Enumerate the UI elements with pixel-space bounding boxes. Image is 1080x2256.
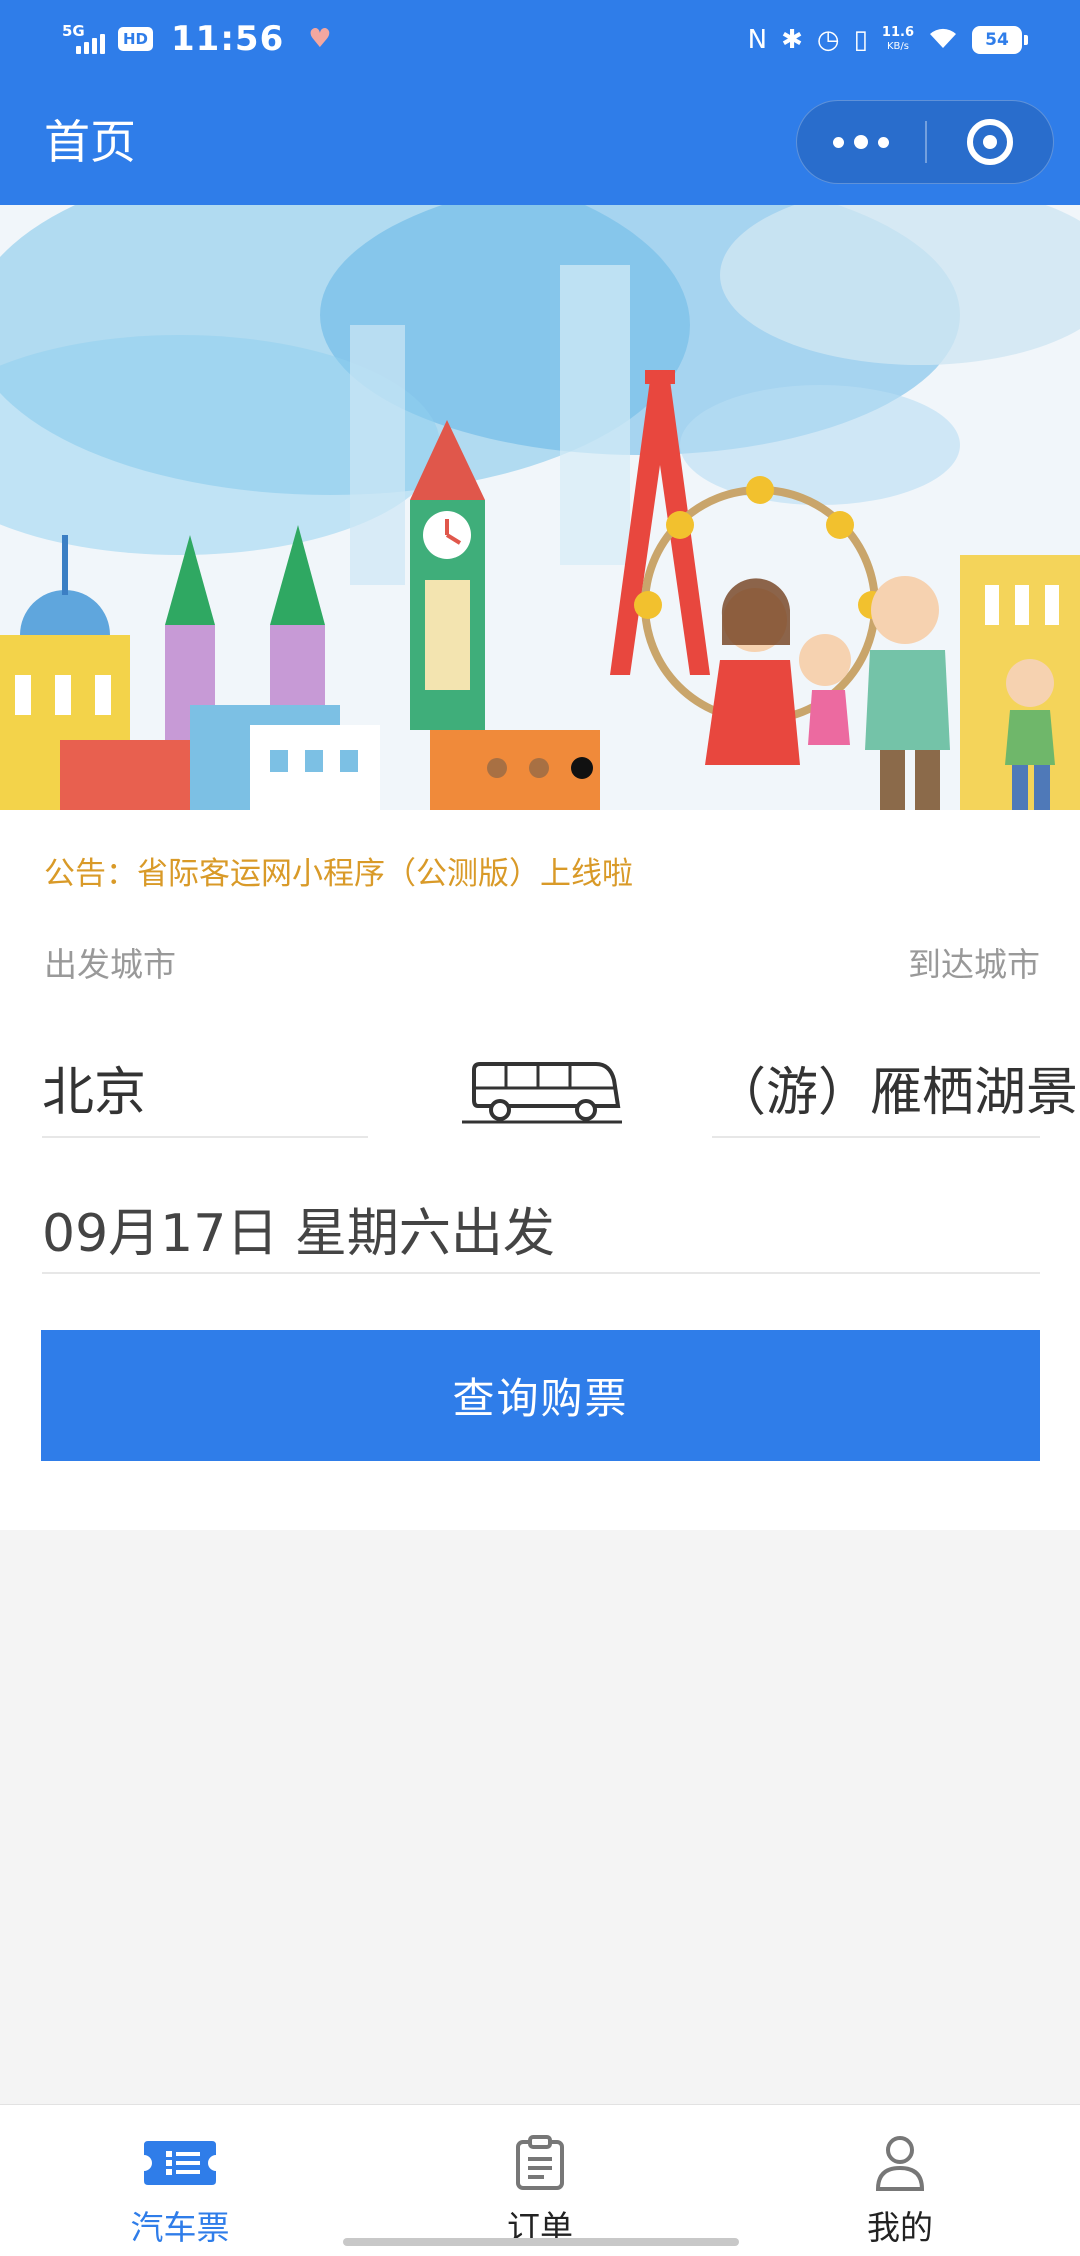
- status-right: N ✱ ◷ ▯ 11.6 KB/s 54: [747, 18, 1028, 62]
- more-dot-icon: [833, 136, 844, 148]
- target-icon: [967, 119, 1013, 165]
- network-speed: 11.6 KB/s: [882, 26, 914, 54]
- more-dot-icon: [854, 135, 868, 149]
- user-icon: [860, 2133, 940, 2193]
- departure-date-field[interactable]: 09月17日 星期六出发: [42, 1191, 555, 1266]
- carousel-dot[interactable]: [487, 758, 507, 778]
- page-title: 首页: [44, 115, 136, 169]
- bluetooth-icon: ✱: [781, 25, 803, 55]
- carousel-indicator: [487, 757, 593, 779]
- header: 5G HD 11:56 ♥ N ✱ ◷ ▯ 11.6 KB/s 54 首页: [0, 0, 1080, 205]
- date-underline: [42, 1272, 1040, 1274]
- close-button[interactable]: [927, 101, 1053, 183]
- arrival-city-label: 到达城市: [908, 945, 1040, 984]
- speed-unit: KB/s: [886, 41, 909, 52]
- status-bar: 5G HD 11:56 ♥ N ✱ ◷ ▯ 11.6 KB/s 54: [0, 0, 1080, 78]
- wifi-icon: [928, 26, 958, 55]
- ticket-icon: [140, 2133, 220, 2193]
- travel-illustration: [0, 205, 1080, 810]
- tab-label: 汽车票: [130, 2208, 230, 2247]
- status-time: 11:56: [171, 19, 285, 59]
- tab-profile[interactable]: 我的: [720, 2105, 1080, 2256]
- speed-value: 11.6: [881, 25, 914, 40]
- alarm-icon: ◷: [816, 25, 840, 55]
- mini-program-capsule: [796, 100, 1054, 184]
- hd-badge: HD: [118, 27, 154, 51]
- tab-orders[interactable]: 订单: [360, 2105, 720, 2256]
- tab-bar: 汽车票 订单 我的: [0, 2104, 1080, 2256]
- departure-underline: [42, 1136, 368, 1138]
- clipboard-icon: [500, 2133, 580, 2193]
- vibrate-icon: ▯: [853, 25, 868, 55]
- departure-city-label: 出发城市: [44, 945, 176, 984]
- search-tickets-button[interactable]: 查询购票: [41, 1330, 1040, 1461]
- bus-swap-icon[interactable]: [458, 1056, 624, 1128]
- carousel-dot-active[interactable]: [571, 757, 593, 779]
- nfc-icon: N: [747, 25, 768, 55]
- more-dot-icon: [878, 136, 889, 148]
- home-indicator[interactable]: [343, 2238, 739, 2246]
- announcement-text[interactable]: 公告：省际客运网小程序（公测版）上线啦: [44, 848, 633, 893]
- tab-label: 我的: [867, 2208, 933, 2247]
- status-left: 5G HD 11:56 ♥: [62, 16, 332, 62]
- departure-city-field[interactable]: 北京: [42, 1050, 372, 1125]
- carousel-dot[interactable]: [529, 758, 549, 778]
- tab-bus-tickets[interactable]: 汽车票: [0, 2105, 360, 2256]
- more-button[interactable]: [797, 101, 925, 183]
- banner-carousel[interactable]: [0, 205, 1080, 810]
- heart-icon: ♥: [308, 24, 332, 54]
- arrival-underline: [712, 1136, 1040, 1138]
- arrival-city-field[interactable]: （游）雁栖湖景: [714, 1050, 1080, 1125]
- battery-icon: 54: [972, 26, 1028, 54]
- signal-icon: 5G: [62, 22, 106, 56]
